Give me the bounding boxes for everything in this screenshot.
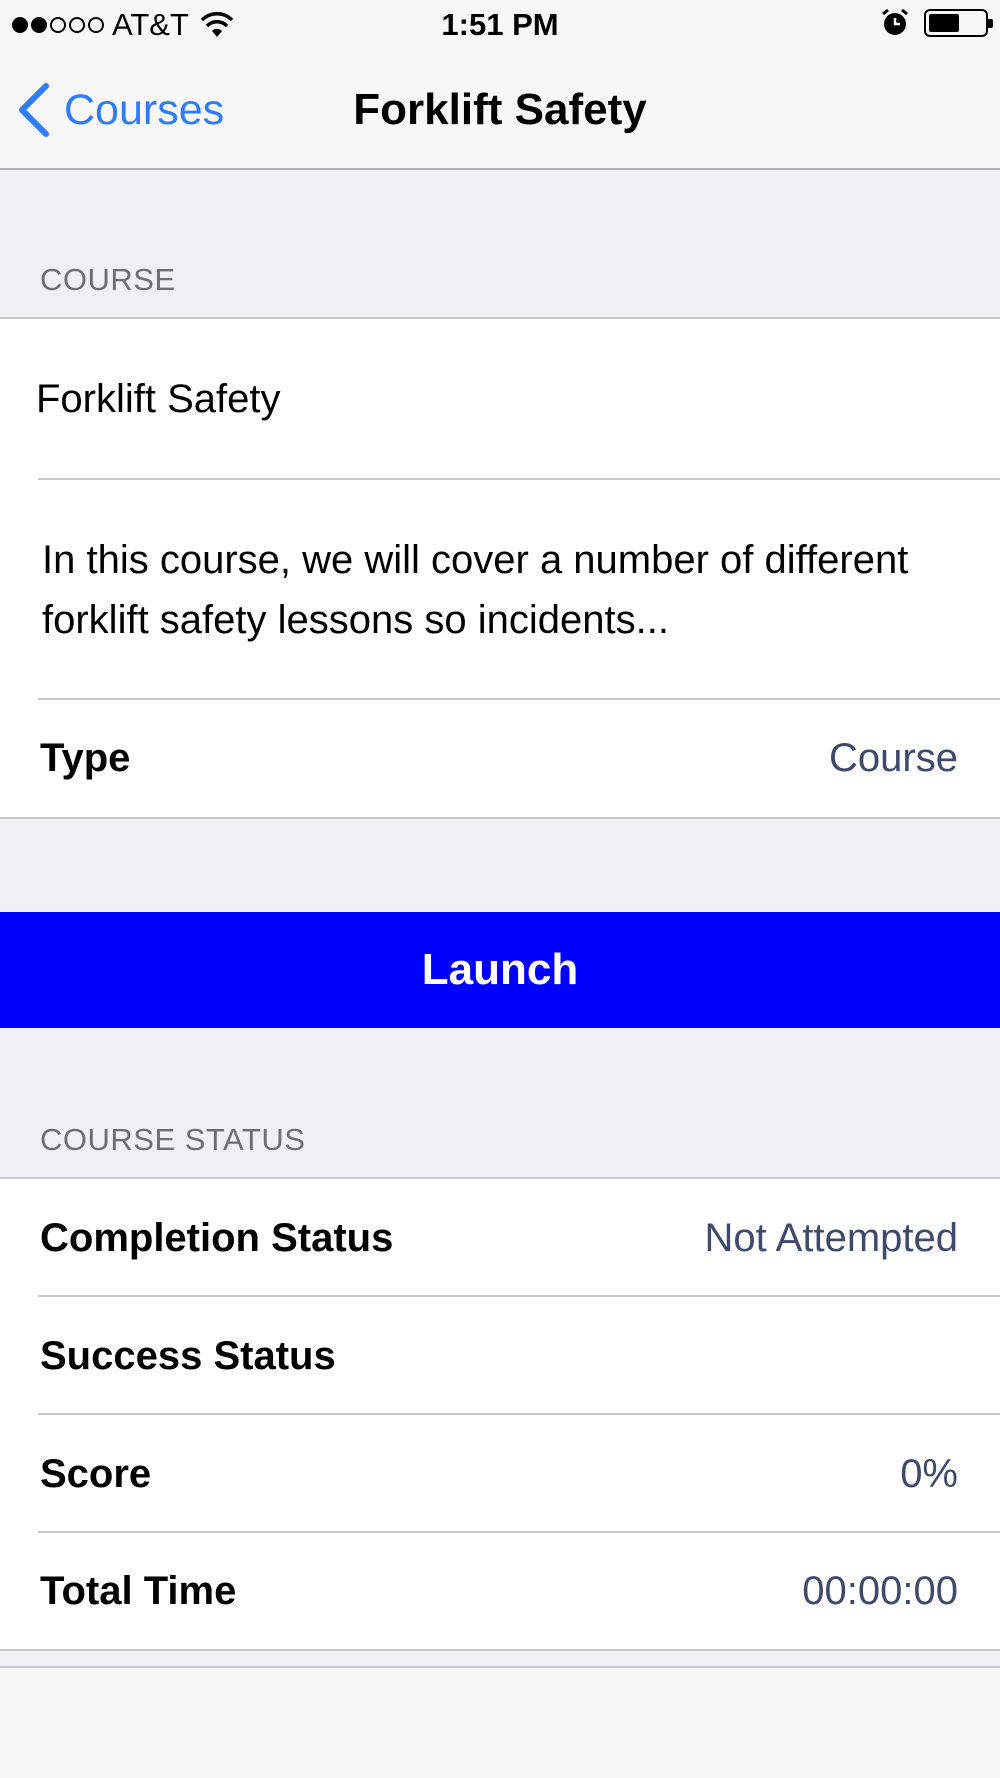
page-title: Forklift Safety bbox=[353, 85, 647, 134]
battery-icon bbox=[924, 9, 993, 37]
alarm-clock-icon bbox=[882, 8, 908, 35]
battery-level bbox=[929, 14, 959, 32]
success-status-label: Success Status bbox=[40, 1333, 336, 1378]
total-time-value: 00:00:00 bbox=[802, 1568, 958, 1613]
status-row: Completion Status Not Attempted bbox=[0, 1179, 1000, 1297]
status-row: Success Status bbox=[0, 1297, 1000, 1415]
status-row: Score 0% bbox=[0, 1415, 1000, 1533]
status-time: 1:51 PM bbox=[441, 7, 559, 42]
status-row: Total Time 00:00:00 bbox=[0, 1533, 1000, 1649]
course-description-row: In this course, we will cover a number o… bbox=[0, 480, 1000, 700]
app-screen: AT&T 1:51 PM Courses Forklift Safety COU… bbox=[0, 0, 1000, 1778]
score-label: Score bbox=[40, 1451, 152, 1496]
status-bar: AT&T 1:51 PM bbox=[0, 0, 1000, 50]
course-description: In this course, we will cover a number o… bbox=[42, 538, 909, 642]
course-section-header: COURSE bbox=[40, 262, 176, 297]
course-name: Forklift Safety bbox=[36, 377, 281, 421]
course-info-group: Forklift Safety In this course, we will … bbox=[0, 317, 1000, 819]
launch-button[interactable]: Launch bbox=[0, 912, 1000, 1028]
score-value: 0% bbox=[900, 1451, 958, 1496]
completion-status-value: Not Attempted bbox=[704, 1215, 958, 1260]
course-status-section-header: COURSE STATUS bbox=[40, 1122, 306, 1157]
navigation-bar: Courses Forklift Safety bbox=[0, 50, 1000, 170]
type-label: Type bbox=[40, 736, 131, 780]
type-value: Course bbox=[829, 736, 958, 780]
completion-status-label: Completion Status bbox=[40, 1215, 394, 1260]
status-right bbox=[880, 8, 993, 38]
total-time-label: Total Time bbox=[40, 1568, 237, 1613]
bottom-area bbox=[0, 1668, 1000, 1778]
course-name-row: Forklift Safety bbox=[0, 319, 1000, 480]
course-type-row: Type Course bbox=[0, 700, 1000, 817]
course-status-group: Completion Status Not Attempted Success … bbox=[0, 1177, 1000, 1651]
